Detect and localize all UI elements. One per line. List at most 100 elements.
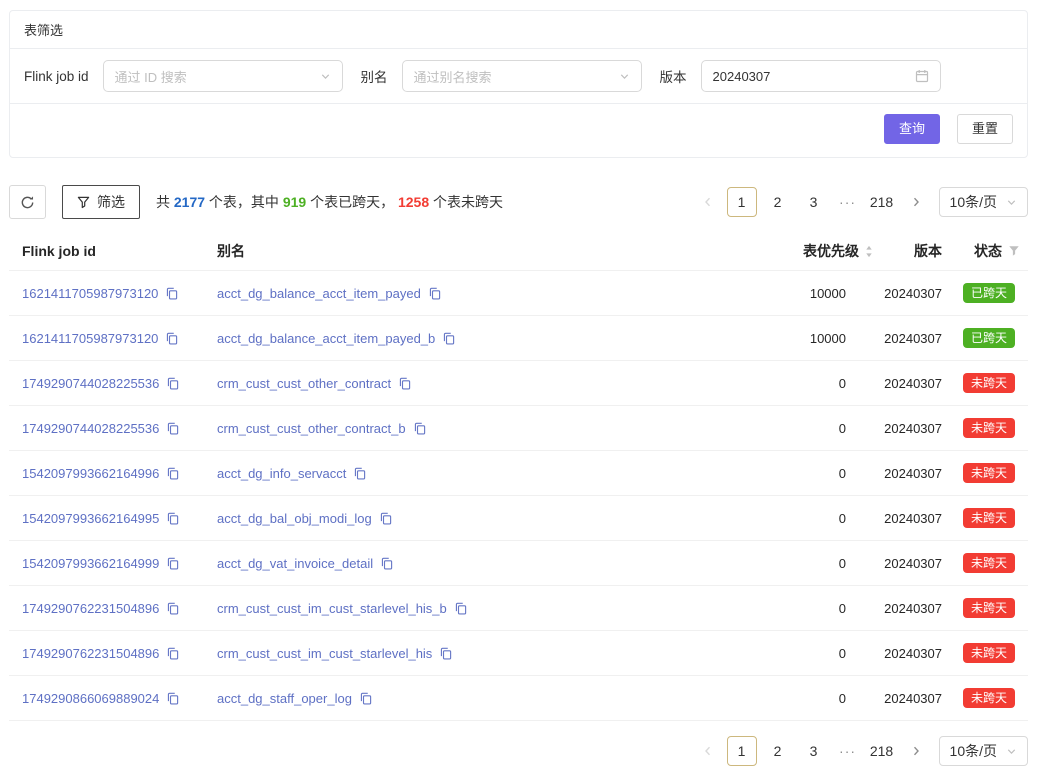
summary-seg3: 个表未跨天 bbox=[429, 194, 503, 210]
chevron-down-icon bbox=[320, 71, 331, 82]
copy-icon[interactable] bbox=[442, 332, 455, 345]
alias-link[interactable]: crm_cust_cust_other_contract_b bbox=[217, 421, 406, 436]
copy-icon[interactable] bbox=[428, 287, 441, 300]
job-id-cell: 1749290762231504896 bbox=[9, 646, 205, 661]
status-cell: 未跨天 bbox=[946, 688, 1028, 708]
copy-icon[interactable] bbox=[380, 557, 393, 570]
calendar-icon bbox=[915, 69, 929, 83]
priority-cell: 0 bbox=[646, 601, 874, 616]
job-id-link[interactable]: 1542097993662164995 bbox=[22, 511, 159, 526]
page-3-button[interactable]: 3 bbox=[799, 187, 829, 217]
alias-link[interactable]: acct_dg_staff_oper_log bbox=[217, 691, 352, 706]
copy-icon[interactable] bbox=[166, 467, 179, 480]
alias-cell: crm_cust_cust_im_cust_starlevel_his bbox=[205, 646, 646, 661]
column-header-priority[interactable]: 表优先级 bbox=[646, 241, 874, 261]
filter-button[interactable]: 筛选 bbox=[62, 185, 140, 219]
copy-icon[interactable] bbox=[359, 692, 372, 705]
alias-link[interactable]: acct_dg_vat_invoice_detail bbox=[217, 556, 373, 571]
prev-page-button[interactable] bbox=[695, 187, 721, 217]
query-button[interactable]: 查询 bbox=[884, 114, 940, 144]
table-row: 1621411705987973120 acct_dg_balance_acct… bbox=[9, 316, 1028, 361]
alias-link[interactable]: acct_dg_balance_acct_item_payed bbox=[217, 286, 421, 301]
version-cell: 20240307 bbox=[874, 601, 946, 616]
job-id-cell: 1542097993662164996 bbox=[9, 466, 205, 481]
status-cell: 未跨天 bbox=[946, 643, 1028, 663]
funnel-icon bbox=[77, 196, 90, 209]
alias-label: 别名 bbox=[361, 66, 388, 86]
version-date-input[interactable]: 20240307 bbox=[701, 60, 941, 92]
job-id-link[interactable]: 1749290762231504896 bbox=[22, 601, 159, 616]
refresh-button[interactable] bbox=[9, 185, 46, 219]
page-2-button[interactable]: 2 bbox=[763, 736, 793, 766]
summary-seg1: 个表，其中 bbox=[205, 194, 283, 210]
page-3-button[interactable]: 3 bbox=[799, 736, 829, 766]
job-id-link[interactable]: 1621411705987973120 bbox=[22, 331, 158, 346]
copy-icon[interactable] bbox=[166, 557, 179, 570]
sort-icon[interactable] bbox=[864, 244, 874, 259]
alias-link[interactable]: crm_cust_cust_other_contract bbox=[217, 376, 391, 391]
copy-icon[interactable] bbox=[379, 512, 392, 525]
version-cell: 20240307 bbox=[874, 376, 946, 391]
job-id-link[interactable]: 1749290762231504896 bbox=[22, 646, 159, 661]
table-row: 1542097993662164996 acct_dg_info_servacc… bbox=[9, 451, 1028, 496]
copy-icon[interactable] bbox=[413, 422, 426, 435]
copy-icon[interactable] bbox=[165, 287, 178, 300]
job-id-link[interactable]: 1621411705987973120 bbox=[22, 286, 158, 301]
version-cell: 20240307 bbox=[874, 511, 946, 526]
priority-cell: 0 bbox=[646, 421, 874, 436]
version-cell: 20240307 bbox=[874, 646, 946, 661]
alias-link[interactable]: acct_dg_bal_obj_modi_log bbox=[217, 511, 372, 526]
alias-cell: acct_dg_vat_invoice_detail bbox=[205, 556, 646, 571]
copy-icon[interactable] bbox=[165, 332, 178, 345]
reset-button[interactable]: 重置 bbox=[957, 114, 1013, 144]
chevron-left-icon bbox=[702, 745, 714, 757]
status-cell: 未跨天 bbox=[946, 373, 1028, 393]
copy-icon[interactable] bbox=[439, 647, 452, 660]
copy-icon[interactable] bbox=[166, 647, 179, 660]
copy-icon[interactable] bbox=[166, 692, 179, 705]
page-218-button[interactable]: 218 bbox=[867, 736, 897, 766]
copy-icon[interactable] bbox=[398, 377, 411, 390]
flink-job-id-select[interactable]: 通过 ID 搜索 bbox=[103, 60, 343, 92]
job-id-link[interactable]: 1749290744028225536 bbox=[22, 376, 159, 391]
page-2-button[interactable]: 2 bbox=[763, 187, 793, 217]
alias-select[interactable]: 通过别名搜索 bbox=[402, 60, 642, 92]
page-218-button[interactable]: 218 bbox=[867, 187, 897, 217]
alias-cell: acct_dg_balance_acct_item_payed bbox=[205, 286, 646, 301]
status-cell: 未跨天 bbox=[946, 463, 1028, 483]
page-size-select[interactable]: 10条/页 bbox=[939, 187, 1028, 217]
copy-icon[interactable] bbox=[166, 512, 179, 525]
alias-cell: acct_dg_bal_obj_modi_log bbox=[205, 511, 646, 526]
pagination-ellipsis: ··· bbox=[835, 743, 861, 759]
filter-icon[interactable] bbox=[1008, 245, 1020, 257]
alias-link[interactable]: acct_dg_info_servacct bbox=[217, 466, 346, 481]
chevron-down-icon bbox=[1006, 197, 1017, 208]
page-1-button[interactable]: 1 bbox=[727, 187, 757, 217]
status-badge: 未跨天 bbox=[963, 418, 1015, 438]
copy-icon[interactable] bbox=[166, 602, 179, 615]
alias-link[interactable]: acct_dg_balance_acct_item_payed_b bbox=[217, 331, 435, 346]
page-size-value: 10条/页 bbox=[950, 741, 997, 761]
page-size-select[interactable]: 10条/页 bbox=[939, 736, 1028, 766]
job-id-link[interactable]: 1749290866069889024 bbox=[22, 691, 159, 706]
next-page-button[interactable] bbox=[903, 736, 929, 766]
alias-link[interactable]: crm_cust_cust_im_cust_starlevel_his bbox=[217, 646, 432, 661]
app: { "colors": { "accent": "#7265e6", "link… bbox=[0, 10, 1037, 767]
flink-job-id-field: Flink job id 通过 ID 搜索 bbox=[24, 60, 343, 92]
copy-icon[interactable] bbox=[454, 602, 467, 615]
prev-page-button[interactable] bbox=[695, 736, 721, 766]
status-badge: 未跨天 bbox=[963, 508, 1015, 528]
job-id-link[interactable]: 1749290744028225536 bbox=[22, 421, 159, 436]
job-id-link[interactable]: 1542097993662164999 bbox=[22, 556, 159, 571]
alias-link[interactable]: crm_cust_cust_im_cust_starlevel_his_b bbox=[217, 601, 447, 616]
job-id-link[interactable]: 1542097993662164996 bbox=[22, 466, 159, 481]
copy-icon[interactable] bbox=[166, 377, 179, 390]
copy-icon[interactable] bbox=[353, 467, 366, 480]
next-page-button[interactable] bbox=[903, 187, 929, 217]
summary-seg2: 个表已跨天， bbox=[306, 194, 398, 210]
job-id-cell: 1621411705987973120 bbox=[9, 286, 205, 301]
copy-icon[interactable] bbox=[166, 422, 179, 435]
footer: 123 ··· 218 10条/页 bbox=[9, 736, 1028, 766]
page-1-button[interactable]: 1 bbox=[727, 736, 757, 766]
column-header-status-label: 状态 bbox=[974, 241, 1002, 261]
